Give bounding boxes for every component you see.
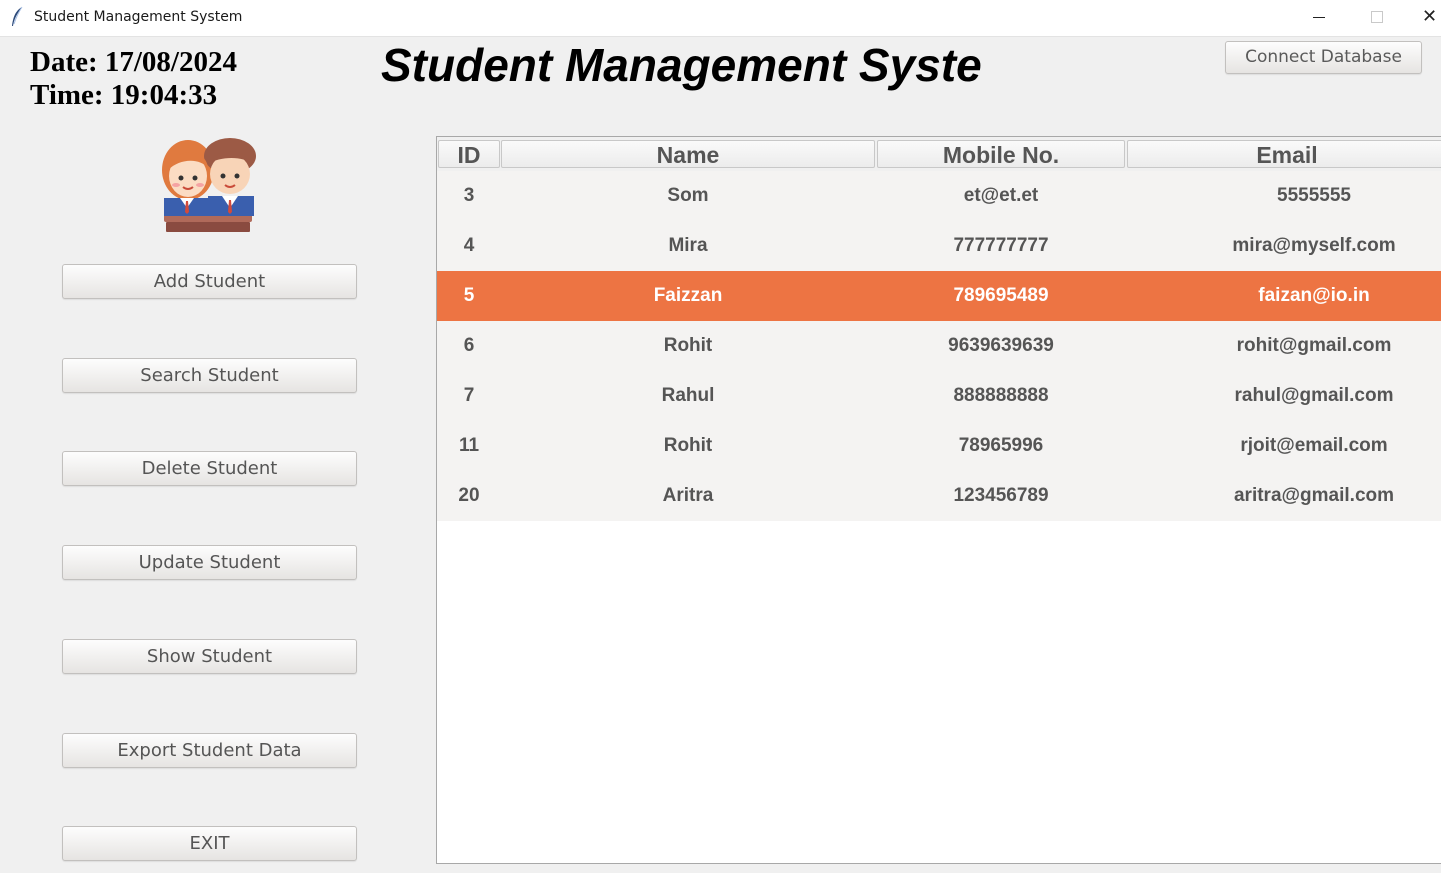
cell-id: 7 bbox=[463, 385, 475, 406]
minimize-icon bbox=[1313, 17, 1325, 18]
table-header: ID Name Mobile No. Email bbox=[437, 137, 1441, 171]
students-avatar-icon bbox=[162, 138, 256, 232]
table-row[interactable]: 4 Mira 777777777 mira@myself.com bbox=[437, 221, 1441, 271]
cell-email: faizan@io.in bbox=[1258, 285, 1370, 306]
feather-icon bbox=[12, 6, 23, 26]
cell-mobile: 777777777 bbox=[953, 235, 1049, 256]
cell-mobile: 789695489 bbox=[953, 285, 1049, 306]
export-student-data-button[interactable]: Export Student Data bbox=[62, 733, 357, 768]
maximize-button[interactable] bbox=[1354, 0, 1400, 36]
close-button[interactable]: ✕ bbox=[1412, 0, 1441, 36]
cell-email: rohit@gmail.com bbox=[1236, 335, 1392, 356]
maximize-icon bbox=[1371, 11, 1383, 23]
update-student-button[interactable]: Update Student bbox=[62, 545, 357, 580]
student-table[interactable]: ID Name Mobile No. Email 3 Som et@et.et … bbox=[436, 136, 1441, 864]
cell-name: Som bbox=[667, 185, 709, 206]
cell-name: Mira bbox=[668, 235, 708, 256]
date-label: Date: 17/08/2024 bbox=[30, 46, 237, 78]
cell-email: 5555555 bbox=[1277, 185, 1351, 206]
cell-name: Faizzan bbox=[653, 285, 723, 306]
table-row[interactable]: 11 Rohit 78965996 rjoit@email.com bbox=[437, 421, 1441, 471]
show-student-button[interactable]: Show Student bbox=[62, 639, 357, 674]
table-row[interactable]: 20 Aritra 123456789 aritra@gmail.com bbox=[437, 471, 1441, 521]
close-icon: ✕ bbox=[1422, 6, 1438, 27]
cell-mobile: 9639639639 bbox=[948, 335, 1054, 356]
column-header-mobile[interactable]: Mobile No. bbox=[877, 140, 1125, 168]
table-row[interactable]: 7 Rahul 888888888 rahul@gmail.com bbox=[437, 371, 1441, 421]
page-title: Student Management Syste bbox=[381, 39, 982, 91]
clock-panel: Date: 17/08/2024 Time: 19:04:33 bbox=[30, 46, 237, 112]
cell-mobile: 78965996 bbox=[958, 435, 1044, 456]
cell-name: Rahul bbox=[661, 385, 715, 406]
add-student-button[interactable]: Add Student bbox=[62, 264, 357, 299]
table-row-selected[interactable]: 5 Faizzan 789695489 faizan@io.in bbox=[437, 271, 1441, 321]
main-window: Student Management System ✕ Date: 17/08/… bbox=[0, 0, 1441, 873]
column-header-email[interactable]: Email bbox=[1127, 140, 1441, 168]
minimize-button[interactable] bbox=[1296, 0, 1342, 36]
cell-id: 3 bbox=[463, 185, 475, 206]
cell-name: Rohit bbox=[663, 335, 713, 356]
column-header-name[interactable]: Name bbox=[501, 140, 875, 168]
cell-mobile: et@et.et bbox=[963, 185, 1039, 206]
cell-mobile: 123456789 bbox=[953, 485, 1049, 506]
cell-id: 4 bbox=[463, 235, 475, 256]
cell-email: rjoit@email.com bbox=[1240, 435, 1388, 456]
table-row[interactable]: 6 Rohit 9639639639 rohit@gmail.com bbox=[437, 321, 1441, 371]
window-title: Student Management System bbox=[34, 9, 243, 25]
cell-id: 6 bbox=[463, 335, 475, 356]
search-student-button[interactable]: Search Student bbox=[62, 358, 357, 393]
cell-name: Rohit bbox=[663, 435, 713, 456]
time-label: Time: 19:04:33 bbox=[30, 79, 218, 111]
cell-id: 5 bbox=[463, 285, 475, 306]
cell-id: 20 bbox=[458, 485, 480, 506]
title-bar: Student Management System ✕ bbox=[0, 0, 1441, 37]
cell-name: Aritra bbox=[662, 485, 714, 506]
cell-email: rahul@gmail.com bbox=[1234, 385, 1394, 406]
connect-database-button[interactable]: Connect Database bbox=[1225, 41, 1422, 74]
column-header-id[interactable]: ID bbox=[438, 140, 500, 168]
cell-email: aritra@gmail.com bbox=[1233, 485, 1395, 506]
cell-email: mira@myself.com bbox=[1232, 235, 1396, 256]
cell-mobile: 888888888 bbox=[953, 385, 1049, 406]
table-row[interactable]: 3 Som et@et.et 5555555 bbox=[437, 171, 1441, 221]
cell-id: 11 bbox=[458, 435, 480, 456]
exit-button[interactable]: EXIT bbox=[62, 826, 357, 861]
table-body: 3 Som et@et.et 5555555 4 Mira 777777777 … bbox=[437, 171, 1441, 521]
delete-student-button[interactable]: Delete Student bbox=[62, 451, 357, 486]
